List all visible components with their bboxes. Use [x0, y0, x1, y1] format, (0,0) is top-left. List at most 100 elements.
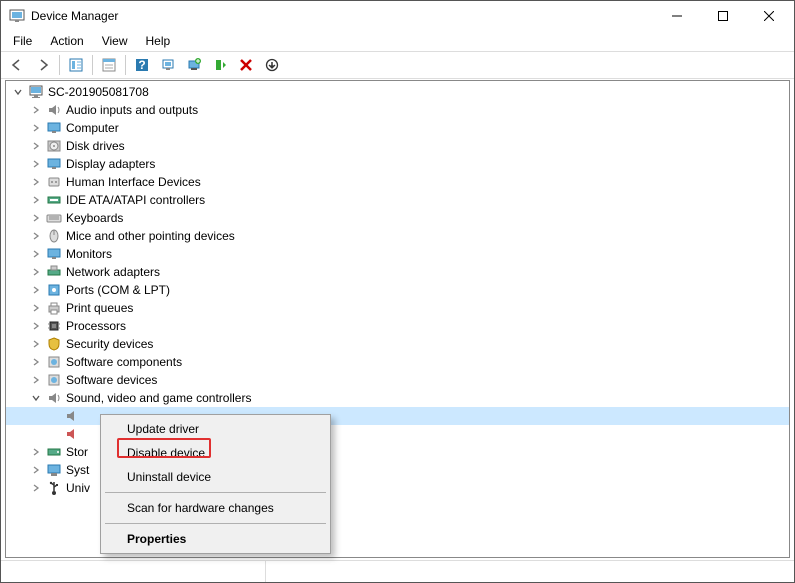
help-button[interactable]: ? [130, 53, 154, 77]
ctx-disable-device[interactable]: Disable device [103, 441, 328, 465]
maximize-button[interactable] [700, 1, 746, 31]
expand-icon[interactable] [28, 444, 44, 460]
tree-category[interactable]: Monitors [6, 245, 789, 263]
expand-icon[interactable] [28, 102, 44, 118]
category-label: Display adapters [66, 157, 163, 171]
ctx-properties[interactable]: Properties [103, 527, 328, 551]
ide-icon [46, 192, 62, 208]
window-controls [654, 1, 792, 31]
category-label: Disk drives [66, 139, 133, 153]
category-label: Mice and other pointing devices [66, 229, 243, 243]
category-label: Keyboards [66, 211, 131, 225]
close-button[interactable] [746, 1, 792, 31]
scan-button[interactable] [156, 53, 180, 77]
menu-help[interactable]: Help [138, 32, 179, 50]
tree-category[interactable]: Network adapters [6, 263, 789, 281]
app-icon [9, 8, 25, 24]
menu-action[interactable]: Action [42, 32, 91, 50]
tree-root[interactable]: SC-201905081708 [6, 83, 789, 101]
ctx-scan-hardware[interactable]: Scan for hardware changes [103, 496, 328, 520]
printer-icon [46, 300, 62, 316]
status-cell [266, 561, 794, 582]
back-button[interactable] [5, 53, 29, 77]
expand-icon[interactable] [28, 300, 44, 316]
component-icon [46, 372, 62, 388]
toolbar: ? [1, 51, 794, 79]
speaker-icon [64, 426, 80, 442]
tree-category[interactable]: Keyboards [6, 209, 789, 227]
expand-icon[interactable] [28, 282, 44, 298]
tree-category[interactable]: Print queues [6, 299, 789, 317]
expand-icon[interactable] [28, 174, 44, 190]
tree-category[interactable]: Mice and other pointing devices [6, 227, 789, 245]
expand-icon[interactable] [28, 138, 44, 154]
tree-category[interactable]: Ports (COM & LPT) [6, 281, 789, 299]
tree-category[interactable]: Software devices [6, 371, 789, 389]
category-label: Software devices [66, 373, 165, 387]
expand-icon[interactable] [28, 372, 44, 388]
menu-view[interactable]: View [94, 32, 136, 50]
tree-category[interactable]: Disk drives [6, 137, 789, 155]
tree-category[interactable]: IDE ATA/ATAPI controllers [6, 191, 789, 209]
expand-icon[interactable] [28, 120, 44, 136]
collapse-icon[interactable] [10, 84, 26, 100]
usb-icon [46, 480, 62, 496]
tree-category[interactable]: Human Interface Devices [6, 173, 789, 191]
expand-icon[interactable] [28, 354, 44, 370]
titlebar: Device Manager [1, 1, 794, 31]
expand-icon[interactable] [28, 156, 44, 172]
expand-icon[interactable] [28, 336, 44, 352]
port-icon [46, 282, 62, 298]
menubar: File Action View Help [1, 31, 794, 51]
expand-icon[interactable] [28, 462, 44, 478]
expand-icon[interactable] [28, 318, 44, 334]
tree-category[interactable]: Audio inputs and outputs [6, 101, 789, 119]
update-driver-button[interactable] [182, 53, 206, 77]
expand-icon[interactable] [28, 210, 44, 226]
category-label: IDE ATA/ATAPI controllers [66, 193, 213, 207]
menu-file[interactable]: File [5, 32, 40, 50]
expand-icon[interactable] [28, 246, 44, 262]
speaker-icon [64, 408, 80, 424]
category-label: Human Interface Devices [66, 175, 209, 189]
show-hide-tree-button[interactable] [64, 53, 88, 77]
disk-icon [46, 138, 62, 154]
expand-icon[interactable] [28, 480, 44, 496]
category-label: Print queues [66, 301, 141, 315]
category-label: Sound, video and game controllers [66, 391, 259, 405]
system-icon [46, 462, 62, 478]
toolbar-separator [125, 55, 126, 75]
forward-button[interactable] [31, 53, 55, 77]
tree-category[interactable]: Processors [6, 317, 789, 335]
ctx-separator [105, 492, 326, 493]
context-menu: Update driver Disable device Uninstall d… [100, 414, 331, 554]
security-icon [46, 336, 62, 352]
category-label: Syst [66, 463, 97, 477]
tree-category-sound[interactable]: Sound, video and game controllers [6, 389, 789, 407]
expander-spacer [46, 426, 62, 442]
tree-category[interactable]: Display adapters [6, 155, 789, 173]
component-icon [46, 354, 62, 370]
category-label: Stor [66, 445, 96, 459]
ctx-uninstall-device[interactable]: Uninstall device [103, 465, 328, 489]
ctx-update-driver[interactable]: Update driver [103, 417, 328, 441]
collapse-icon[interactable] [28, 390, 44, 406]
uninstall-button[interactable] [234, 53, 258, 77]
network-icon [46, 264, 62, 280]
expand-icon[interactable] [28, 192, 44, 208]
expand-icon[interactable] [28, 264, 44, 280]
hid-icon [46, 174, 62, 190]
minimize-button[interactable] [654, 1, 700, 31]
status-cell [1, 561, 266, 582]
category-label: Computer [66, 121, 127, 135]
expand-icon[interactable] [28, 228, 44, 244]
tree-category[interactable]: Computer [6, 119, 789, 137]
statusbar [1, 560, 794, 582]
tree-category[interactable]: Software components [6, 353, 789, 371]
category-label: Ports (COM & LPT) [66, 283, 178, 297]
tree-category[interactable]: Security devices [6, 335, 789, 353]
expander-spacer [46, 408, 62, 424]
properties-button[interactable] [97, 53, 121, 77]
disable-device-button[interactable] [260, 53, 284, 77]
enable-device-button[interactable] [208, 53, 232, 77]
